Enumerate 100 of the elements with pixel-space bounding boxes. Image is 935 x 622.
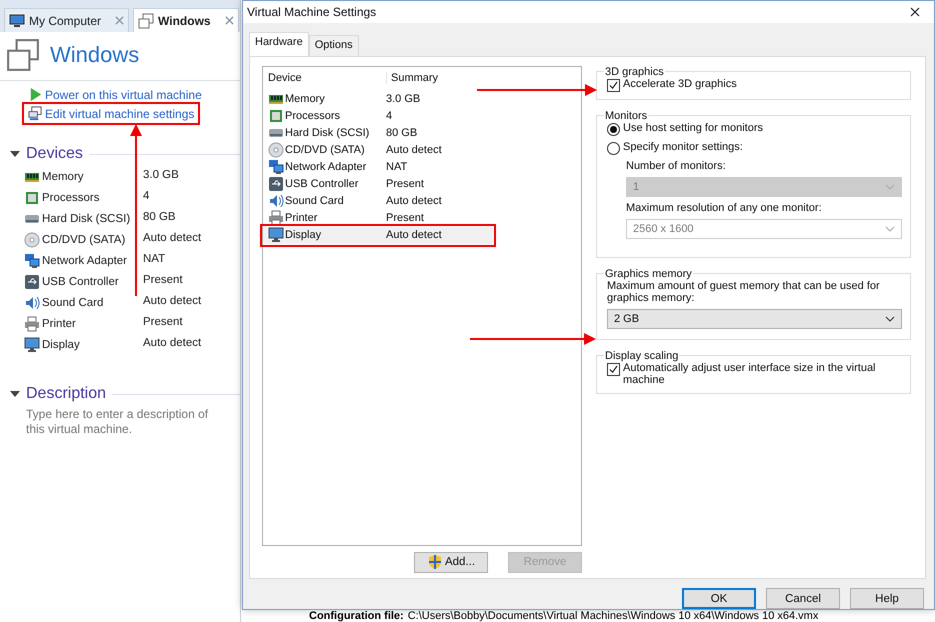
group-title: Graphics memory bbox=[604, 268, 693, 280]
settings-icon bbox=[28, 106, 43, 121]
device-summary: Present bbox=[386, 178, 425, 190]
action-link[interactable]: Power on this virtual machine bbox=[26, 87, 204, 102]
device-summary: 3.0 GB bbox=[386, 93, 422, 106]
device-row[interactable]: USB Controller Present bbox=[263, 176, 580, 193]
dialog-button[interactable]: Help bbox=[850, 588, 924, 609]
chevron-down-icon bbox=[885, 316, 895, 322]
collapse-triangle-icon bbox=[10, 391, 20, 397]
stacked-windows-icon bbox=[138, 12, 154, 28]
device-name: Network Adapter bbox=[42, 255, 128, 267]
device-value: 3.0 GB bbox=[143, 169, 180, 183]
network-monitors-icon bbox=[268, 159, 284, 176]
device-name: Display bbox=[285, 229, 322, 242]
device-row[interactable]: Printer Present bbox=[263, 210, 580, 227]
usb-icon bbox=[268, 176, 284, 192]
usb-icon bbox=[24, 274, 40, 290]
tab-label: Windows bbox=[158, 14, 211, 28]
device-name: USB Controller bbox=[285, 178, 358, 190]
device-value: Auto detect bbox=[143, 295, 202, 309]
add-button[interactable]: Add... bbox=[414, 552, 488, 573]
disc-icon bbox=[268, 142, 284, 158]
device-row[interactable]: Memory 3.0 GB bbox=[263, 90, 580, 108]
play-icon bbox=[28, 87, 43, 102]
tab[interactable]: Windows bbox=[133, 8, 239, 32]
device-summary: 80 GB bbox=[386, 127, 418, 140]
close-icon[interactable] bbox=[910, 6, 920, 17]
collapse-triangle-icon bbox=[10, 151, 20, 157]
vm-title: Windows bbox=[50, 42, 140, 68]
device-value: Auto detect bbox=[143, 337, 202, 351]
field-label: Number of monitors: bbox=[625, 160, 727, 172]
window-title: Virtual Machine Settings bbox=[247, 4, 376, 19]
checkbox[interactable] bbox=[607, 362, 620, 376]
radio-button[interactable] bbox=[607, 142, 620, 155]
network-monitors-icon bbox=[24, 253, 40, 269]
device-value: NAT bbox=[143, 253, 166, 267]
device-summary: 4 bbox=[386, 110, 394, 122]
device-name: Hard Disk (SCSI) bbox=[285, 127, 370, 140]
device-name: Memory bbox=[42, 171, 84, 183]
group-title: 3D graphics bbox=[604, 66, 665, 78]
checkbox-label: Automatically adjust user interface size in the virtual machine bbox=[623, 362, 877, 386]
monitor-icon bbox=[9, 12, 25, 28]
speaker-icon bbox=[268, 193, 284, 210]
column-header[interactable]: Device bbox=[268, 72, 302, 84]
device-name: Network Adapter bbox=[285, 161, 366, 174]
chip-icon bbox=[268, 108, 284, 124]
group-title: Display scaling bbox=[604, 350, 680, 362]
config-path: C:\Users\Bobby\Documents\Virtual Machines\Windows 10 x64\Windows 10 x64.vmx bbox=[408, 610, 818, 622]
device-summary: Auto detect bbox=[386, 229, 443, 242]
device-name: Display bbox=[42, 339, 80, 351]
device-summary: Auto detect bbox=[386, 195, 443, 208]
device-row[interactable]: Sound Card Auto detect bbox=[263, 192, 580, 210]
tab[interactable]: Options bbox=[308, 34, 359, 56]
radio-label: Use host setting for monitors bbox=[623, 122, 764, 134]
disc-icon bbox=[24, 232, 40, 248]
monitor-icon bbox=[268, 227, 284, 244]
config-label: Configuration file: bbox=[309, 610, 404, 622]
device-row[interactable]: Processors 4 bbox=[263, 108, 580, 125]
speaker-icon bbox=[24, 295, 40, 311]
device-summary: Present bbox=[386, 212, 425, 224]
tab[interactable]: Hardware bbox=[249, 32, 309, 56]
monitor-icon bbox=[24, 337, 40, 353]
check-icon bbox=[609, 80, 618, 90]
description-text: Maximum amount of guest memory that can be used for graphics memory: bbox=[607, 280, 881, 304]
section-heading: Description bbox=[26, 385, 106, 403]
device-value: Auto detect bbox=[143, 232, 202, 246]
device-name: Processors bbox=[285, 110, 340, 122]
action-link[interactable]: Edit virtual machine settings bbox=[26, 106, 196, 121]
device-value: Present bbox=[143, 274, 184, 288]
device-summary: NAT bbox=[386, 161, 408, 174]
device-name: Printer bbox=[285, 212, 318, 224]
device-row[interactable]: Hard Disk (SCSI) 80 GB bbox=[263, 124, 580, 142]
tab-label: My Computer bbox=[29, 14, 102, 28]
device-row[interactable]: CD/DVD (SATA) Auto detect bbox=[263, 142, 580, 159]
dialog-button[interactable]: OK bbox=[682, 588, 756, 609]
checkbox-label: Accelerate 3D graphics bbox=[623, 78, 737, 90]
radio-button[interactable] bbox=[607, 122, 620, 136]
tab[interactable]: My Computer bbox=[4, 8, 130, 32]
shield-icon bbox=[426, 554, 443, 570]
stacked-windows-icon bbox=[6, 38, 40, 72]
chevron-down-icon bbox=[885, 226, 895, 232]
device-value: 4 bbox=[143, 190, 150, 204]
device-row[interactable]: Network Adapter NAT bbox=[263, 158, 580, 176]
device-name: Sound Card bbox=[42, 297, 104, 309]
device-row[interactable]: Display Auto detect bbox=[263, 226, 493, 244]
chevron-down-icon bbox=[885, 184, 895, 190]
device-name: Hard Disk (SCSI) bbox=[42, 213, 130, 225]
device-name: Sound Card bbox=[285, 195, 344, 208]
device-name: Processors bbox=[42, 192, 100, 204]
device-name: Memory bbox=[285, 93, 325, 106]
dropdown[interactable]: 2 GB bbox=[607, 308, 902, 329]
dialog-button[interactable]: Cancel bbox=[766, 588, 840, 609]
radio-label: Specify monitor settings: bbox=[623, 140, 743, 153]
printer-icon bbox=[268, 210, 284, 226]
device-value: 80 GB bbox=[143, 211, 177, 225]
description-field[interactable]: Type here to enter a description of this virtual machine. bbox=[0, 403, 240, 437]
checkbox[interactable] bbox=[607, 78, 620, 92]
device-value: Present bbox=[143, 316, 184, 330]
device-name: Printer bbox=[42, 318, 76, 330]
column-header[interactable]: Summary bbox=[386, 72, 438, 84]
